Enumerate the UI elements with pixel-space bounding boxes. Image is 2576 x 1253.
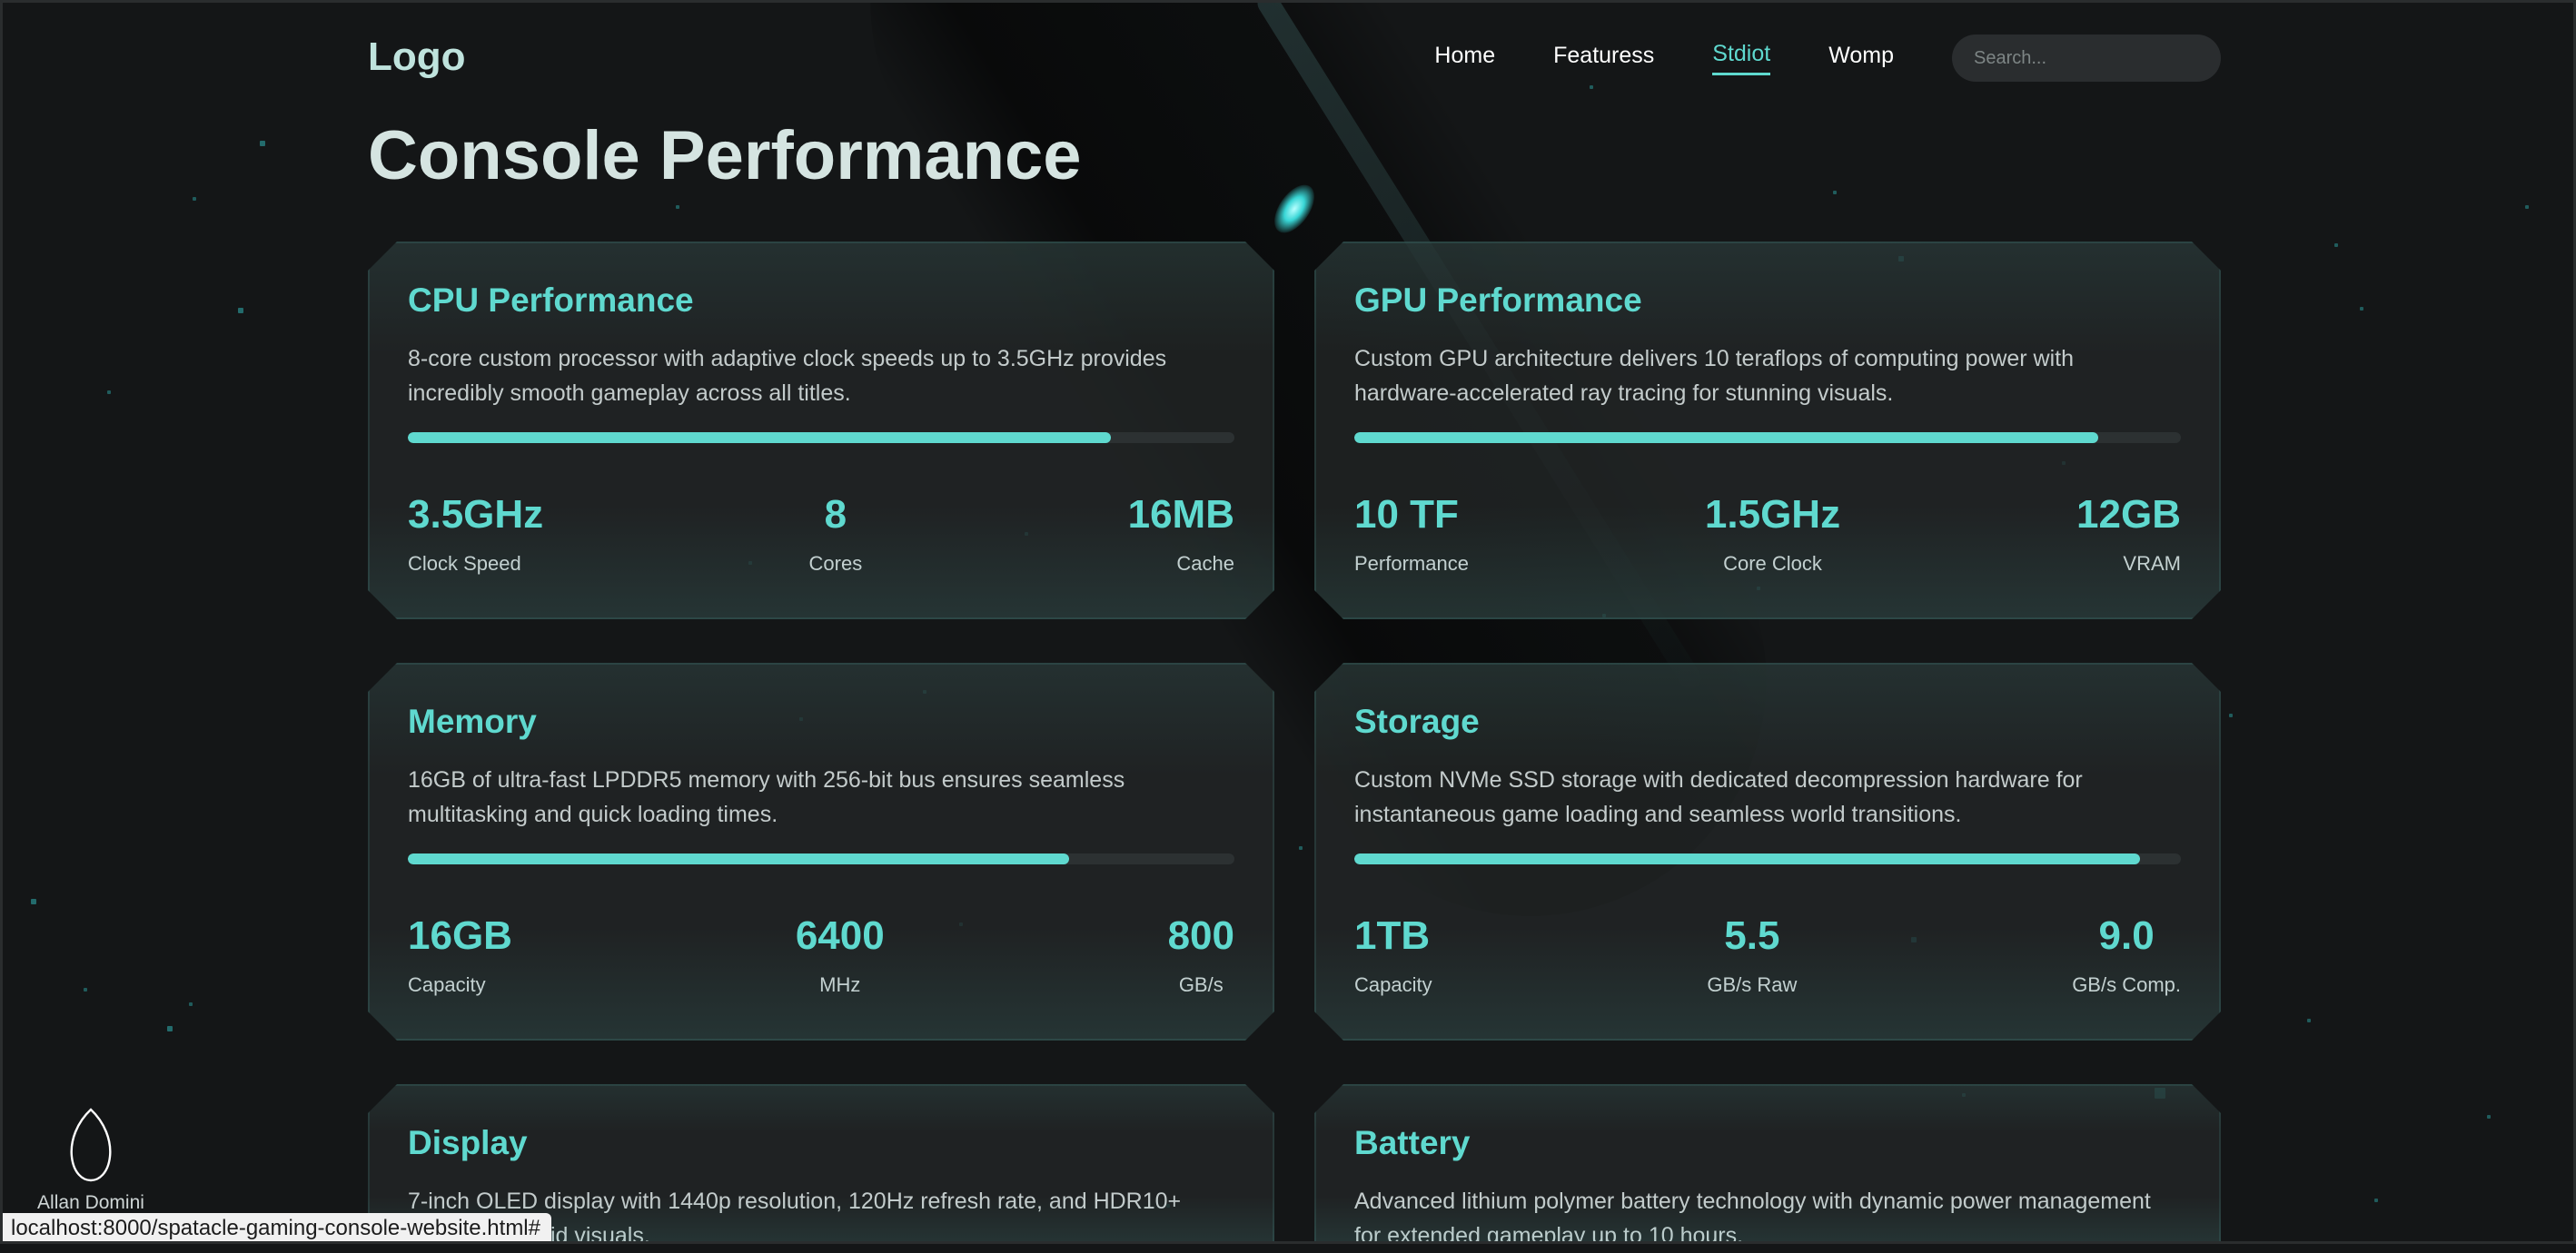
card-title: Storage [1354, 703, 1480, 740]
nav-featuress[interactable]: Featuress [1553, 43, 1654, 74]
stat-label: GB/s Raw [1707, 973, 1798, 996]
card-title: GPU Performance [1354, 281, 1642, 319]
stat-value: 1TB [1354, 913, 1431, 958]
card-gpu-performance: GPU Performance Custom GPU architecture … [1314, 242, 2221, 619]
author-name: Allan Domini [37, 1192, 144, 1213]
stat-label: Performance [1354, 552, 1469, 575]
stat-label: Capacity [1354, 973, 1432, 996]
stat-label: Clock Speed [408, 552, 521, 575]
status-bar-url: localhost:8000/spatacle-gaming-console-w… [0, 1213, 551, 1244]
stat-value: 16GB [408, 913, 512, 958]
stat-label: GB/s Comp. [2072, 973, 2181, 996]
card-title: CPU Performance [408, 281, 694, 319]
card-title: Display [408, 1124, 528, 1161]
card-title: Memory [408, 703, 537, 740]
card-description: Custom GPU architecture delivers 10 tera… [1354, 346, 2075, 406]
logo[interactable]: Logo [368, 35, 466, 80]
performance-bar [1354, 853, 2181, 864]
card-memory: Memory 16GB of ultra-fast LPDDR5 memory … [368, 663, 1274, 1041]
nav-home[interactable]: Home [1434, 43, 1495, 74]
stats-row: 3.5GHz Clock Speed 8 Cores 16MB Cache [408, 492, 1234, 576]
page-title: Console Performance [368, 117, 1082, 194]
stat-value: 9.0 [2098, 913, 2155, 958]
performance-bar [408, 432, 1234, 443]
avatar-outline-icon [70, 1108, 112, 1182]
search-box [1952, 35, 2221, 82]
stats-row: 1TB Capacity 5.5 GB/s Raw 9.0 GB/s Comp. [1354, 913, 2181, 997]
main-nav: Home Featuress Stdiot Womp [1434, 35, 2221, 82]
search-input[interactable] [1972, 46, 2216, 70]
card-cpu-performance: CPU Performance 8-core custom processor … [368, 242, 1274, 619]
stat-label: Cache [1176, 552, 1234, 575]
card-storage: Storage Custom NVMe SSD storage with ded… [1314, 663, 2221, 1041]
stat-value: 3.5GHz [408, 492, 544, 537]
stat-label: GB/s [1178, 973, 1224, 996]
performance-bar [1354, 432, 2181, 443]
nav-stdiot[interactable]: Stdiot [1712, 41, 1771, 75]
stat-value: 5.5 [1724, 913, 1780, 958]
stat-label: Cores [808, 552, 863, 575]
top-navigation: Logo Home Featuress Stdiot Womp [368, 27, 2221, 87]
card-description: Custom NVMe SSD storage with dedicated d… [1354, 767, 2083, 827]
nav-womp[interactable]: Womp [1828, 43, 1894, 74]
card-battery: Battery Advanced lithium polymer battery… [1314, 1084, 2221, 1244]
performance-bar-fill [1354, 853, 2140, 864]
stat-value: 6400 [795, 913, 885, 958]
stat-label: VRAM [2123, 552, 2181, 575]
stat-value: 800 [1167, 913, 1234, 958]
stat-value: 12GB [2076, 492, 2181, 537]
stat-label: Core Clock [1723, 552, 1822, 575]
performance-bar-fill [408, 432, 1111, 443]
stat-value: 10 TF [1354, 492, 1459, 537]
stat-label: MHz [819, 973, 861, 996]
stats-row: 16GB Capacity 6400 MHz 800 GB/s [408, 913, 1234, 997]
performance-bar-fill [408, 853, 1069, 864]
stat-label: Capacity [408, 973, 486, 996]
performance-bar [408, 853, 1234, 864]
card-description: 8-core custom processor with adaptive cl… [408, 346, 1167, 406]
card-description: 16GB of ultra-fast LPDDR5 memory with 25… [408, 767, 1125, 827]
performance-bar-fill [1354, 432, 2098, 443]
stat-value: 8 [824, 492, 847, 537]
stats-row: 10 TF Performance 1.5GHz Core Clock 12GB VR… [1354, 492, 2181, 576]
stat-value: 16MB [1127, 492, 1234, 537]
card-description: Advanced lithium polymer battery technol… [1354, 1189, 2151, 1248]
card-title: Battery [1354, 1124, 1471, 1161]
author-badge[interactable]: Allan Domini [27, 1106, 154, 1214]
stat-value: 1.5GHz [1704, 492, 1841, 537]
